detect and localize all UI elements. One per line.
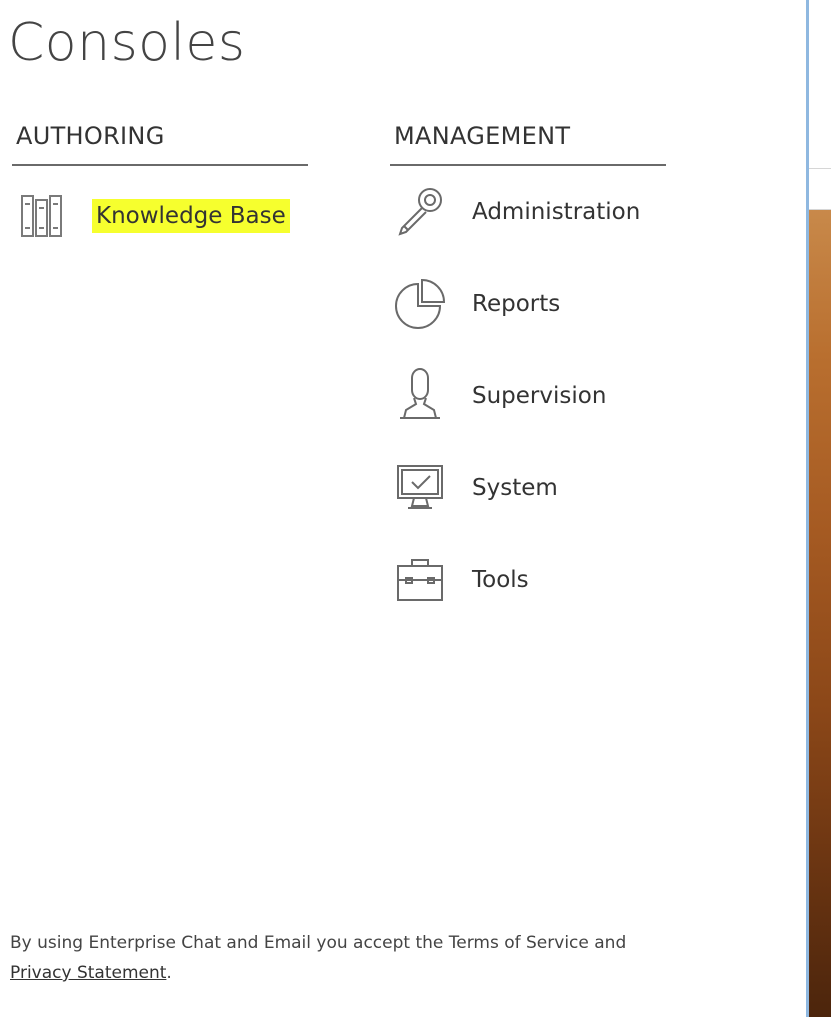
management-section: MANAGEMENT Administration Reports Superv… [390,118,666,626]
console-item-supervision[interactable]: Supervision [390,350,666,442]
books-icon [12,186,72,246]
console-label-system: System [472,475,558,501]
console-item-reports[interactable]: Reports [390,258,666,350]
management-list: Administration Reports Supervision Syste… [390,166,666,626]
consoles-page: Consoles AUTHORING Knowledge Base MANAGE… [0,0,831,1017]
toolbox-icon [390,550,450,610]
console-label-tools: Tools [472,567,529,593]
terms-footer: By using Enterprise Chat and Email you a… [10,928,770,988]
authoring-header: AUTHORING [12,118,308,166]
management-header: MANAGEMENT [390,118,666,166]
authoring-section: AUTHORING Knowledge Base [12,118,308,266]
console-item-knowledge-base[interactable]: Knowledge Base [12,166,308,266]
console-label-supervision: Supervision [472,383,607,409]
console-item-tools[interactable]: Tools [390,534,666,626]
console-label-administration: Administration [472,199,641,225]
window-border [806,0,809,1017]
adjacent-panel-divider [809,168,831,169]
adjacent-panel-header [809,0,831,210]
page-title: Consoles [8,13,246,73]
console-label-knowledge-base: Knowledge Base [94,201,288,231]
terms-text: By using Enterprise Chat and Email you a… [10,933,627,953]
monitor-icon [390,458,450,518]
key-icon [390,182,450,242]
privacy-statement-link[interactable]: Privacy Statement [10,963,166,983]
console-item-administration[interactable]: Administration [390,166,666,258]
console-item-system[interactable]: System [390,442,666,534]
supervisor-icon [390,366,450,426]
console-label-reports: Reports [472,291,561,317]
terms-period: . [166,963,172,983]
adjacent-panel-background-image [809,210,831,1017]
pie-chart-icon [390,274,450,334]
authoring-list: Knowledge Base [12,166,308,266]
